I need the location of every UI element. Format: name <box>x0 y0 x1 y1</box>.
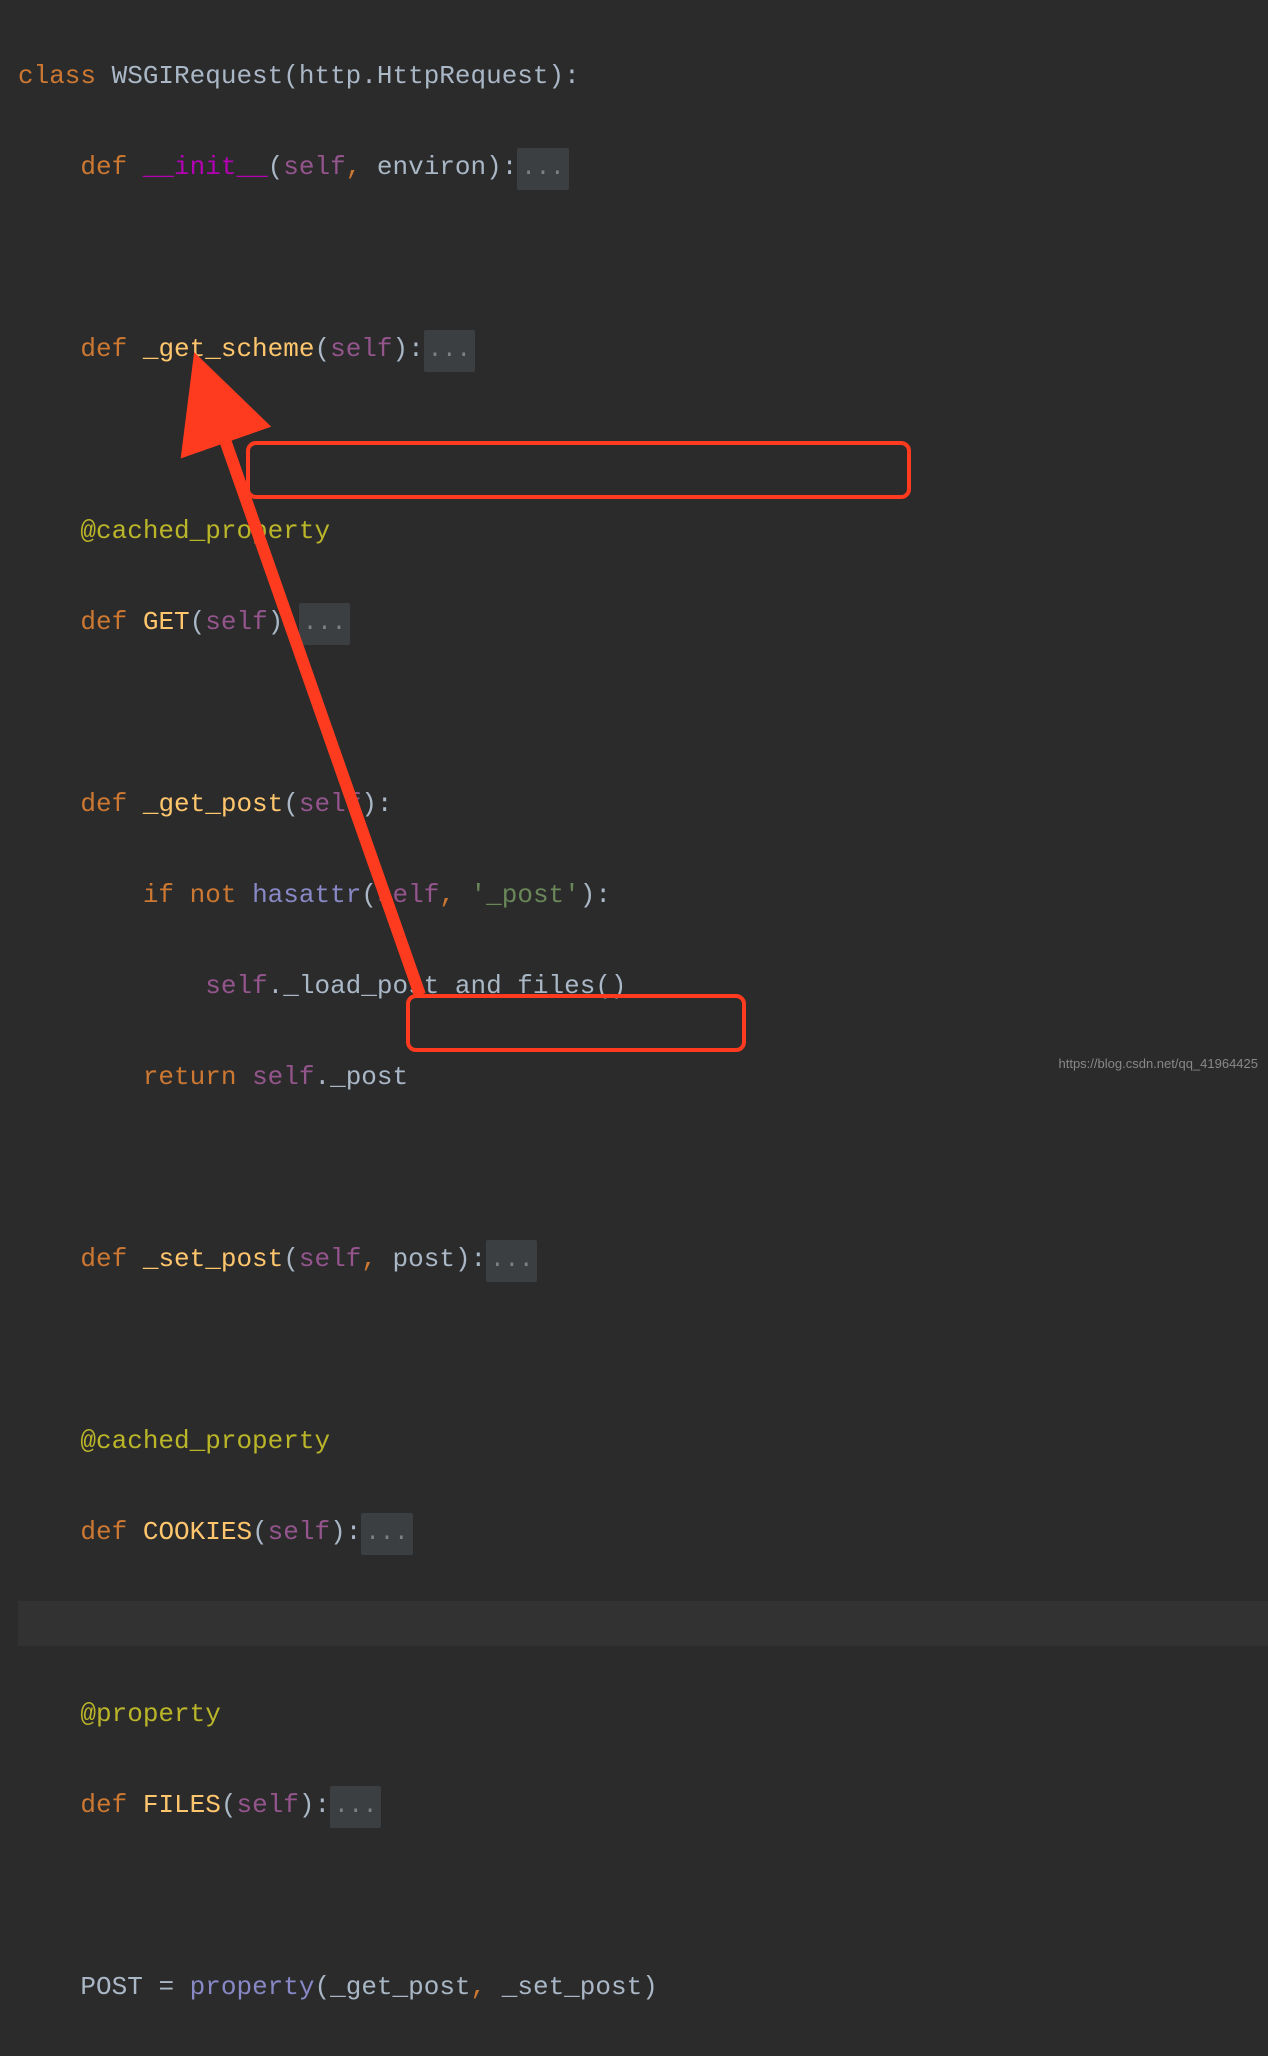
code-line: @cached_property <box>18 1419 1268 1465</box>
blank-line <box>18 236 1268 282</box>
blank-line <box>18 691 1268 737</box>
code-line: @cached_property <box>18 509 1268 555</box>
code-line: def COOKIES(self):... <box>18 1510 1268 1556</box>
fold-marker[interactable]: ... <box>330 1786 381 1828</box>
dunder-method: __init__ <box>143 152 268 182</box>
code-line: def __init__(self, environ):... <box>18 145 1268 191</box>
class-name: WSGIRequest <box>112 61 284 91</box>
code-line: def GET(self):... <box>18 600 1268 646</box>
code-line: @property <box>18 1692 1268 1738</box>
blank-line <box>18 418 1268 464</box>
code-line: def _get_scheme(self):... <box>18 327 1268 373</box>
decorator: @property <box>80 1699 220 1729</box>
fold-marker[interactable]: ... <box>299 603 350 645</box>
watermark: https://blog.csdn.net/qq_41964425 <box>1059 1053 1259 1076</box>
code-editor[interactable]: class WSGIRequest(http.HttpRequest): def… <box>0 0 1268 2056</box>
code-line: class WSGIRequest(http.HttpRequest): <box>18 54 1268 100</box>
blank-line <box>18 1146 1268 1192</box>
fold-marker[interactable]: ... <box>424 330 475 372</box>
keyword-class: class <box>18 61 96 91</box>
fold-marker[interactable]: ... <box>361 1513 412 1555</box>
fold-marker[interactable]: ... <box>517 148 568 190</box>
code-line: if not hasattr(self, '_post'): <box>18 873 1268 919</box>
code-line: def _set_post(self, post):... <box>18 1237 1268 1283</box>
code-line: POST = property(_get_post, _set_post) <box>18 1965 1268 2011</box>
fold-marker[interactable]: ... <box>486 1240 537 1282</box>
blank-line <box>18 1874 1268 1920</box>
decorator: @cached_property <box>80 1426 330 1456</box>
code-line: def _get_post(self): <box>18 782 1268 828</box>
decorator: @cached_property <box>80 516 330 546</box>
code-line: def FILES(self):... <box>18 1783 1268 1829</box>
highlighted-line <box>18 1601 1268 1647</box>
code-line: self._load_post_and_files() <box>18 964 1268 1010</box>
blank-line <box>18 1328 1268 1374</box>
